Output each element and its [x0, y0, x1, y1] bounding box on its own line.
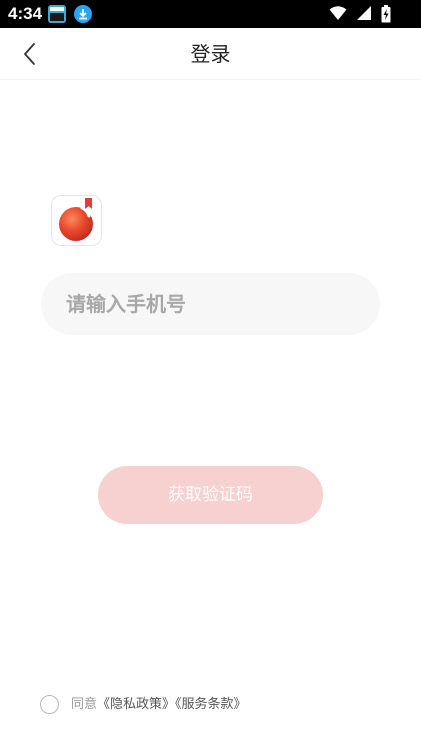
phone-number-input[interactable] — [41, 273, 380, 335]
battery-charging-icon — [381, 5, 391, 23]
agreement-text: 同意《隐私政策》《服务条款》 — [71, 696, 247, 714]
system-icons — [325, 5, 391, 23]
gallery-notification-icon — [48, 5, 66, 23]
agreement-prefix: 同意 — [71, 697, 98, 712]
privacy-policy-link[interactable]: 《隐私政策》 — [97, 697, 175, 712]
signal-icon — [356, 6, 371, 20]
get-verification-code-button[interactable]: 获取验证码 — [98, 466, 323, 524]
page-title: 登录 — [190, 42, 231, 66]
terms-of-service-link[interactable]: 《服务条款》 — [175, 697, 247, 712]
download-notification-icon — [74, 5, 92, 23]
agreement-row: 同意《隐私政策》《服务条款》 — [40, 695, 380, 715]
phone-input-container — [41, 273, 380, 335]
agreement-checkbox[interactable] — [40, 695, 59, 714]
app-logo-icon — [51, 195, 102, 246]
status-bar: 4:34 — [0, 0, 421, 28]
top-nav-bar: 登录 — [0, 28, 421, 80]
wifi-icon — [329, 6, 347, 20]
status-time: 4:34 — [8, 4, 43, 23]
